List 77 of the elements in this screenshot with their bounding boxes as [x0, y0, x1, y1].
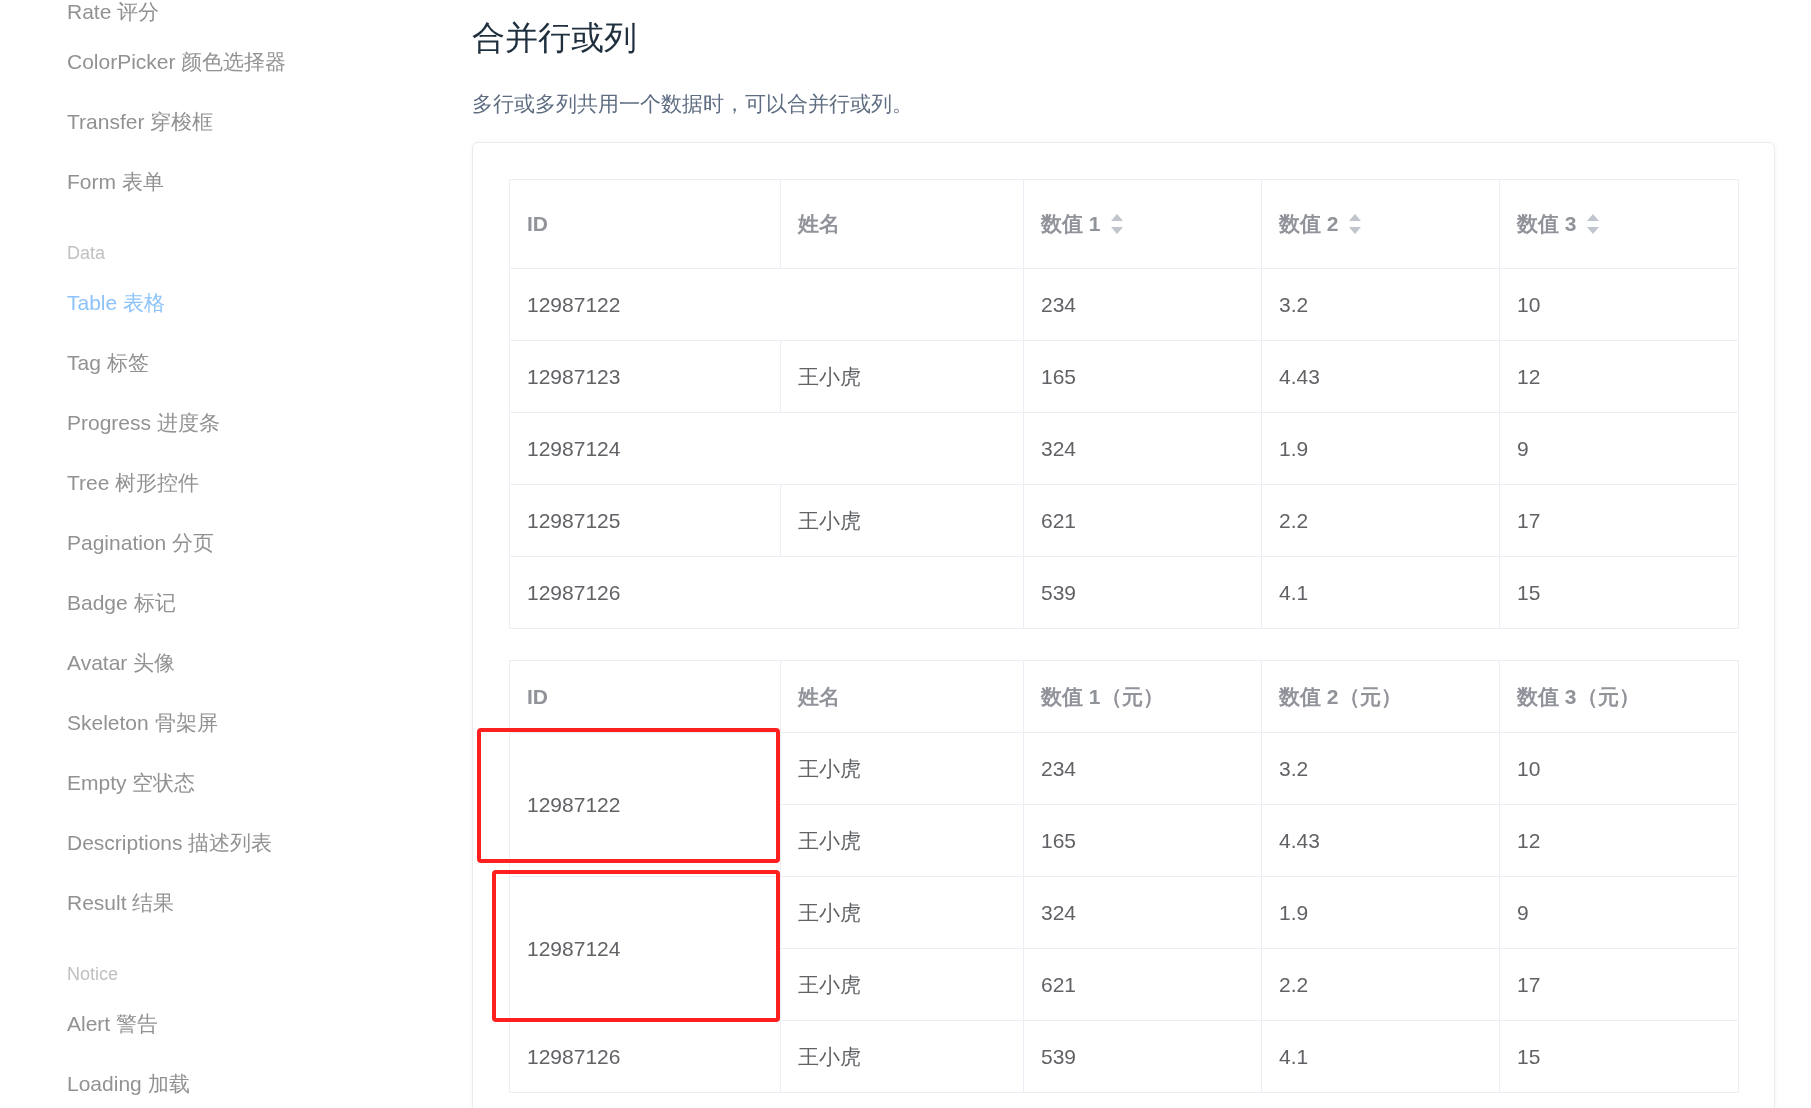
table-cell: 王小虎 [780, 876, 1024, 949]
table-cell: 165 [1023, 804, 1262, 877]
table-cell: 12 [1499, 804, 1739, 877]
nav-item[interactable]: Badge 标记 [67, 588, 176, 618]
table-cell: 9 [1499, 412, 1739, 485]
table-cell: 12987125 [509, 484, 781, 557]
nav-item[interactable]: Descriptions 描述列表 [67, 828, 273, 858]
nav-item[interactable]: Progress 进度条 [67, 408, 220, 438]
table-cell: 324 [1023, 412, 1262, 485]
nav-item[interactable]: Skeleton 骨架屏 [67, 708, 218, 738]
nav-item[interactable]: Table 表格 [67, 288, 166, 318]
section-description: 多行或多列共用一个数据时，可以合并行或列。 [472, 91, 913, 117]
section-title: 合并行或列 [472, 18, 637, 58]
nav-item[interactable]: Rate 评分 [67, 0, 160, 24]
column-header: 数值 3 [1517, 211, 1577, 237]
table-cell: 234 [1023, 732, 1262, 805]
column-header: 姓名 [798, 683, 840, 710]
column-header: ID [527, 212, 548, 236]
table-cell: 17 [1499, 484, 1739, 557]
column-header: 数值 3（元） [1517, 683, 1640, 710]
table-cell: 15 [1499, 1020, 1739, 1093]
table-cell: 2.2 [1261, 948, 1500, 1021]
table-cell: 12987124 [509, 412, 1024, 485]
table-cell: 12987122 [509, 268, 1024, 341]
table-cell: 王小虎 [780, 340, 1024, 413]
table-cell: 王小虎 [780, 484, 1024, 557]
table-cell: 9 [1499, 876, 1739, 949]
table-cell: 4.43 [1261, 340, 1500, 413]
sort-icon[interactable] [1585, 213, 1600, 235]
nav-item[interactable]: ColorPicker 颜色选择器 [67, 47, 287, 77]
table-cell: 15 [1499, 556, 1739, 629]
table-cell: 12987123 [509, 340, 781, 413]
table-cell: 324 [1023, 876, 1262, 949]
column-header: 数值 2 [1279, 211, 1339, 237]
table-cell: 621 [1023, 484, 1262, 557]
table-cell: 2.2 [1261, 484, 1500, 557]
table-cell: 12987126 [509, 1020, 781, 1093]
table-cell: 4.1 [1261, 1020, 1500, 1093]
table-cell: 4.43 [1261, 804, 1500, 877]
table-cell: 3.2 [1261, 732, 1500, 805]
table-cell: 王小虎 [780, 1020, 1024, 1093]
table-cell: 12987126 [509, 556, 1024, 629]
table-cell: 王小虎 [780, 804, 1024, 877]
nav-item[interactable]: Transfer 穿梭框 [67, 107, 214, 137]
column-header: 姓名 [798, 211, 840, 237]
nav-item[interactable]: Pagination 分页 [67, 528, 215, 558]
table-cell: 王小虎 [780, 732, 1024, 805]
table-cell: 1.9 [1261, 412, 1500, 485]
table-cell: 539 [1023, 556, 1262, 629]
nav-item[interactable]: Empty 空状态 [67, 768, 196, 798]
nav-item[interactable]: Loading 加载 [67, 1069, 190, 1099]
column-header: 数值 1 [1041, 211, 1101, 237]
nav-item[interactable]: Alert 警告 [67, 1009, 158, 1039]
table-cell: 10 [1499, 732, 1739, 805]
table-cell: 1.9 [1261, 876, 1500, 949]
table-cell: 539 [1023, 1020, 1262, 1093]
table-cell: 4.1 [1261, 556, 1500, 629]
nav-item[interactable]: Tag 标签 [67, 348, 149, 378]
table-cell: 234 [1023, 268, 1262, 341]
column-header: 数值 2（元） [1279, 683, 1402, 710]
table-cell: 10 [1499, 268, 1739, 341]
table-cell: 12 [1499, 340, 1739, 413]
nav-group-label: Data [67, 242, 106, 265]
table-cell: 3.2 [1261, 268, 1500, 341]
table-cell: 165 [1023, 340, 1262, 413]
nav-item[interactable]: Tree 树形控件 [67, 468, 200, 498]
nav-item[interactable]: Form 表单 [67, 167, 164, 197]
column-header: 数值 1（元） [1041, 683, 1164, 710]
nav-item[interactable]: Avatar 头像 [67, 648, 176, 678]
table-cell: 621 [1023, 948, 1262, 1021]
column-header: ID [527, 684, 548, 709]
table-cell: 17 [1499, 948, 1739, 1021]
sort-icon[interactable] [1109, 213, 1124, 235]
nav-item[interactable]: Result 结果 [67, 888, 175, 918]
nav-group-label: Notice [67, 963, 119, 986]
table-cell: 王小虎 [780, 948, 1024, 1021]
sort-icon[interactable] [1347, 213, 1362, 235]
